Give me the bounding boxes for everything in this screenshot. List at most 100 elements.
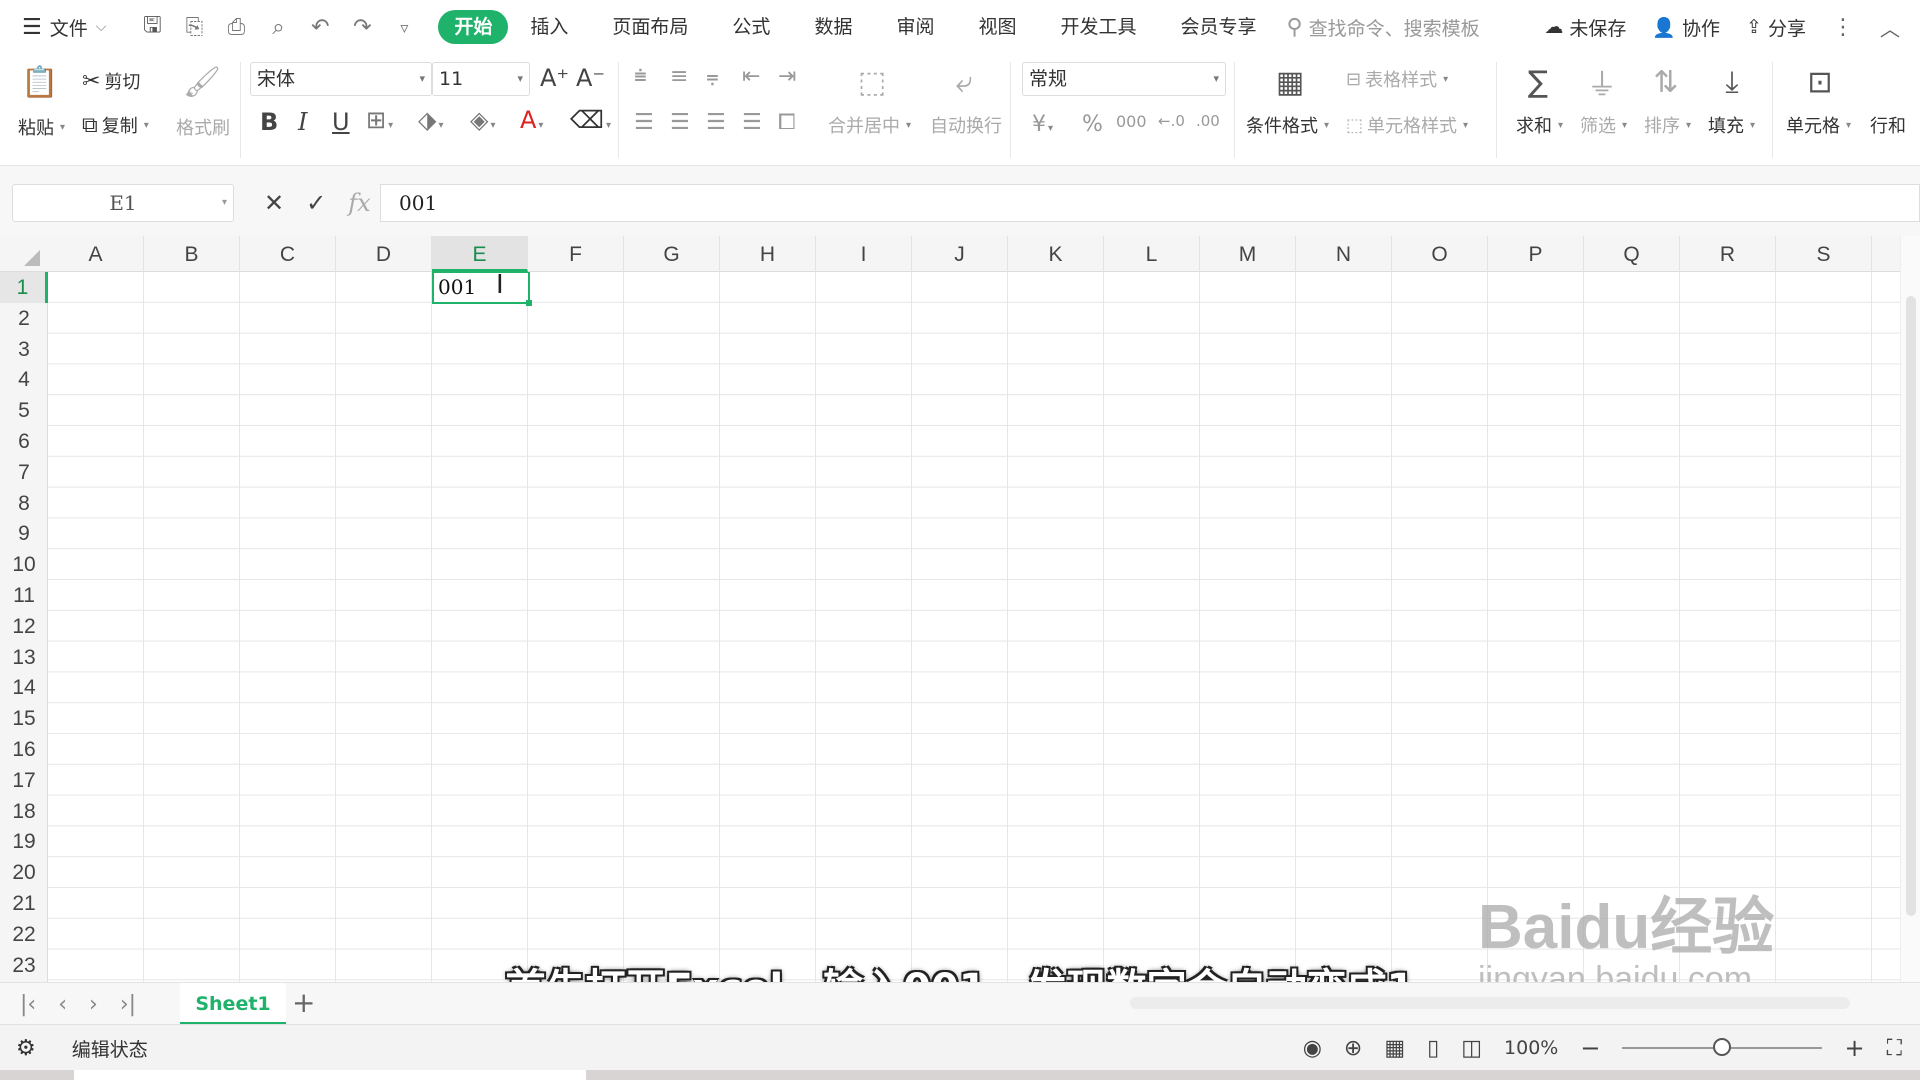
zoom-level[interactable]: 100% [1504, 1037, 1558, 1059]
style-icon[interactable]: ⬗ ▾ [418, 106, 444, 134]
align-bottom-icon[interactable]: ⩦ [706, 64, 719, 89]
indent-decrease-icon[interactable]: ⇤ [742, 64, 760, 89]
macro-icon[interactable]: ⚙ [16, 1036, 36, 1061]
row-header[interactable]: 17 [0, 765, 48, 796]
first-sheet-icon[interactable]: |‹ [20, 992, 36, 1017]
zoom-slider[interactable] [1622, 1038, 1823, 1056]
unsaved-button[interactable]: ☁ 未保存 [1544, 14, 1626, 41]
align-right-icon[interactable]: ☰ [706, 110, 726, 135]
formula-input[interactable]: 001 [380, 184, 1920, 222]
merge-center-button[interactable]: 合并居中 ▾ [828, 112, 911, 138]
add-sheet-icon[interactable]: + [292, 983, 315, 1025]
row-header[interactable]: 4 [0, 364, 48, 395]
save-icon[interactable]: 🖫 [140, 8, 164, 46]
export-icon[interactable]: ⎘ [182, 15, 206, 40]
scrollbar-thumb[interactable] [1906, 296, 1916, 916]
print-preview-icon[interactable]: ⌕ [266, 15, 290, 40]
bold-icon[interactable]: B [260, 108, 278, 136]
font-color-icon[interactable]: A ▾ [520, 106, 543, 134]
more-icon[interactable]: ⋮ [1832, 15, 1854, 40]
row-header[interactable]: 6 [0, 426, 48, 457]
row-header[interactable]: 8 [0, 488, 48, 519]
column-header[interactable]: G [624, 236, 720, 272]
filter-icon[interactable]: ⏚ [1582, 62, 1622, 103]
collaborate-button[interactable]: 👤 协作 [1652, 14, 1720, 41]
row-header[interactable]: 12 [0, 611, 48, 642]
column-header[interactable]: I [816, 236, 912, 272]
row-header[interactable]: 13 [0, 642, 48, 673]
tab-home[interactable]: 开始 [438, 10, 509, 44]
select-all-corner[interactable] [0, 236, 48, 272]
align-top-icon[interactable]: ⩧ [634, 64, 647, 89]
last-sheet-icon[interactable]: ›| [120, 992, 136, 1017]
column-header[interactable]: B [144, 236, 240, 272]
thousands-icon[interactable]: 000 [1116, 112, 1147, 131]
fill-button[interactable]: 填充 ▾ [1708, 112, 1755, 138]
column-header[interactable]: K [1008, 236, 1104, 272]
column-header[interactable]: J [912, 236, 1008, 272]
border-icon[interactable]: ⊞ ▾ [366, 106, 393, 134]
row-header[interactable]: 22 [0, 919, 48, 950]
column-header[interactable]: Q [1584, 236, 1680, 272]
print-icon[interactable]: ⎙ [224, 15, 248, 40]
tab-view[interactable]: 视图 [956, 10, 1038, 44]
command-search[interactable]: ⚲ 查找命令、搜索模板 [1287, 14, 1480, 41]
horizontal-scrollbar[interactable] [1130, 997, 1850, 1009]
column-header[interactable]: A [48, 236, 144, 272]
cell-button[interactable]: 单元格 ▾ [1786, 112, 1851, 138]
increase-font-icon[interactable]: A⁺ [540, 64, 569, 92]
row-header[interactable]: 7 [0, 457, 48, 488]
sheet-tab-sheet1[interactable]: Sheet1 [180, 983, 286, 1025]
page-break-view-icon[interactable]: ◫ [1461, 1036, 1482, 1061]
zoom-in-icon[interactable]: + [1844, 1034, 1864, 1062]
increase-decimal-icon[interactable]: ←.0 [1158, 112, 1185, 130]
percent-icon[interactable]: % [1082, 112, 1103, 137]
row-header[interactable]: 19 [0, 826, 48, 857]
row-header[interactable]: 21 [0, 888, 48, 919]
conditional-format-button[interactable]: 条件格式 ▾ [1246, 112, 1329, 138]
wrap-text-icon[interactable]: ⤶ [944, 62, 984, 102]
fill-handle[interactable] [526, 300, 532, 306]
row-header[interactable]: 5 [0, 395, 48, 426]
eye-protection-icon[interactable]: ◉ [1303, 1036, 1322, 1061]
confirm-icon[interactable]: ✓ [306, 189, 326, 217]
insert-function-icon[interactable]: fx [348, 189, 370, 217]
decrease-decimal-icon[interactable]: .00 [1196, 112, 1220, 130]
row-header[interactable]: 9 [0, 518, 48, 549]
file-menu-button[interactable]: ☰ 文件 ⌵ [22, 14, 106, 41]
sum-button[interactable]: 求和 ▾ [1516, 112, 1563, 138]
distribute-icon[interactable]: ⧠ [778, 110, 796, 135]
table-style-button[interactable]: ⊟ 表格样式 ▾ [1346, 66, 1448, 92]
tab-data[interactable]: 数据 [792, 10, 874, 44]
merge-center-icon[interactable]: ⬚ [852, 62, 892, 102]
row-header[interactable]: 15 [0, 703, 48, 734]
fill-color-icon[interactable]: ◈ ▾ [470, 106, 496, 134]
column-header[interactable]: H [720, 236, 816, 272]
align-center-icon[interactable]: ☰ [670, 110, 690, 135]
column-header[interactable]: O [1392, 236, 1488, 272]
zoom-slider-knob[interactable] [1713, 1038, 1732, 1056]
cell-style-button[interactable]: ⬚ 单元格样式 ▾ [1346, 112, 1468, 138]
fill-icon[interactable]: ⤓ [1712, 62, 1752, 102]
undo-icon[interactable]: ↶ [308, 15, 332, 40]
row-header[interactable]: 10 [0, 549, 48, 580]
copy-button[interactable]: ⧉ 复制 ▾ [82, 112, 149, 138]
filter-button[interactable]: 筛选 ▾ [1580, 112, 1627, 138]
row-header[interactable]: 18 [0, 796, 48, 827]
underline-icon[interactable]: U [332, 108, 350, 136]
sum-icon[interactable]: ∑ [1518, 62, 1558, 102]
align-left-icon[interactable]: ☰ [634, 110, 654, 135]
column-header[interactable]: S [1776, 236, 1872, 272]
prev-sheet-icon[interactable]: ‹ [58, 992, 67, 1017]
cancel-icon[interactable]: ✕ [264, 189, 284, 217]
italic-icon[interactable]: I [298, 108, 307, 136]
zoom-out-icon[interactable]: − [1580, 1034, 1600, 1062]
column-header-selected[interactable]: E [432, 236, 528, 272]
name-box[interactable]: E1 ▾ [12, 184, 234, 222]
tab-page-layout[interactable]: 页面布局 [590, 10, 710, 44]
row-header[interactable]: 14 [0, 672, 48, 703]
vertical-scrollbar[interactable] [1900, 236, 1920, 982]
wrap-text-button[interactable]: 自动换行 [930, 112, 1002, 138]
collapse-ribbon-icon[interactable]: ︿ [1880, 13, 1900, 42]
redo-icon[interactable]: ↷ [350, 15, 374, 40]
